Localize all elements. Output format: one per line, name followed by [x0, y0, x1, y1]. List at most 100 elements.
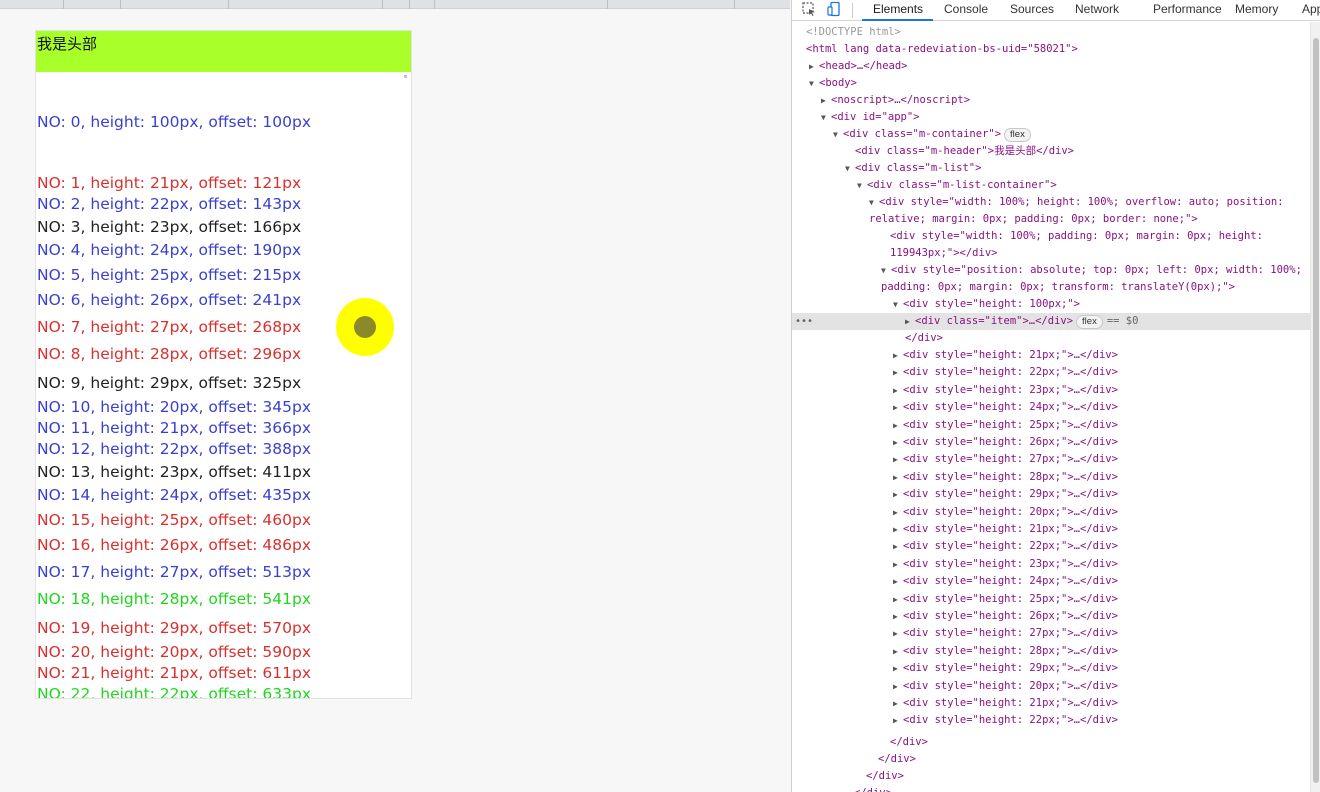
collapse-arrow-icon[interactable]: ▼ — [881, 262, 891, 279]
tab-elements[interactable]: Elements — [873, 2, 923, 17]
list-item: NO: 18, height: 28px, offset: 541px — [37, 590, 311, 608]
dom-node-item-row[interactable]: ▶ <div style="height: 25px;">…</div> — [792, 417, 1310, 434]
dom-node-body[interactable]: ▼ <body> — [792, 75, 1310, 92]
dom-node-phantom-div[interactable]: <div style="width: 100%; padding: 0px; m… — [792, 228, 1308, 262]
dom-node-scroll-div[interactable]: ▼ <div style="width: 100%; height: 100%; … — [792, 194, 1304, 228]
dom-node-item-row[interactable]: ▶ <div style="height: 23px;">…</div> — [792, 556, 1310, 573]
collapse-arrow-icon[interactable]: ▼ — [845, 160, 855, 177]
dom-node-item-row[interactable]: ▶ <div style="height: 21px;">…</div> — [792, 695, 1310, 712]
expand-arrow-icon[interactable]: ▶ — [905, 313, 915, 330]
expand-arrow-icon[interactable]: ▶ — [893, 382, 903, 399]
expand-arrow-icon[interactable]: ▶ — [893, 591, 903, 608]
dom-node-item-row[interactable]: ▶ <div style="height: 27px;">…</div> — [792, 451, 1310, 468]
dom-node-item-row[interactable]: ▶ <div style="height: 26px;">…</div> — [792, 434, 1310, 451]
list-scrollbar[interactable] — [404, 75, 407, 78]
dom-node-item-row[interactable]: ▶ <div style="height: 21px;">…</div> — [792, 347, 1310, 364]
dom-node-close[interactable]: </div> — [792, 734, 1310, 751]
dom-node-app[interactable]: ▼ <div id="app"> — [792, 109, 1310, 126]
expand-arrow-icon[interactable]: ▶ — [893, 417, 903, 434]
dom-node-m-list[interactable]: ▼ <div class="m-list"> — [792, 160, 1310, 177]
dom-node-item-row[interactable]: ▶ <div style="height: 20px;">…</div> — [792, 678, 1310, 695]
expand-arrow-icon[interactable]: ▶ — [893, 695, 903, 712]
dom-node-noscript[interactable]: ▶ <noscript>…</noscript> — [792, 92, 1310, 109]
dom-node-item-row[interactable]: ▶ <div style="height: 21px;">…</div> — [792, 521, 1310, 538]
expand-arrow-icon[interactable]: ▶ — [893, 573, 903, 590]
dom-node-item-row[interactable]: ▶ <div style="height: 27px;">…</div> — [792, 625, 1310, 642]
scrollbar-thumb[interactable] — [1313, 38, 1319, 783]
flex-badge[interactable]: flex — [1076, 315, 1103, 329]
dom-node-item-row[interactable]: ▶ <div style="height: 28px;">…</div> — [792, 469, 1310, 486]
expand-arrow-icon[interactable]: ▶ — [893, 434, 903, 451]
dom-node-doctype[interactable]: <!DOCTYPE html> — [792, 24, 1310, 41]
dom-node-item-row[interactable]: ▶ <div style="height: 22px;">…</div> — [792, 712, 1310, 729]
collapse-arrow-icon[interactable]: ▼ — [833, 126, 843, 143]
expand-arrow-icon[interactable]: ▶ — [893, 608, 903, 625]
dom-text: <noscript>…</noscript> — [831, 94, 971, 106]
expand-arrow-icon[interactable]: ▶ — [893, 364, 903, 381]
dom-node-item-row[interactable]: ▶ <div style="height: 26px;">…</div> — [792, 608, 1310, 625]
dom-text: <div style="height: 20px;">…</div> — [903, 505, 1118, 518]
flex-badge[interactable]: flex — [1004, 128, 1031, 142]
dom-node-item-row[interactable]: ▶ <div style="height: 28px;">…</div> — [792, 643, 1310, 660]
devtools-panel: Elements Console Sources Network Perform… — [791, 0, 1320, 792]
device-toolbar-icon[interactable] — [826, 1, 844, 19]
dom-node-html[interactable]: <html lang data-redeviation-bs-uid="5802… — [792, 41, 1310, 58]
collapse-arrow-icon[interactable]: ▼ — [857, 177, 867, 194]
dom-text: <div style="height: 27px;">…</div> — [903, 453, 1118, 466]
expand-arrow-icon[interactable]: ▶ — [893, 504, 903, 521]
expand-arrow-icon[interactable]: ▶ — [893, 678, 903, 695]
dom-node-translate-div[interactable]: ▼ <div style="position: absolute; top: 0p… — [792, 262, 1302, 296]
dom-node-item-row[interactable]: ▶ <div style="height: 29px;">…</div> — [792, 486, 1310, 503]
tab-application[interactable]: App — [1302, 2, 1320, 17]
more-options-icon[interactable]: ••• — [795, 313, 813, 330]
dom-text: </div> — [854, 787, 892, 792]
dom-node-m-list-container[interactable]: ▼ <div class="m-list-container"> — [792, 177, 1310, 194]
dom-node-close[interactable]: </div> — [792, 768, 1310, 785]
dom-node-item-row[interactable]: ▶ <div style="height: 23px;">…</div> — [792, 382, 1310, 399]
dom-node-selected-item[interactable]: ••• ▶ <div class="item">…</div> flex == $0 — [792, 313, 1310, 330]
expand-arrow-icon[interactable]: ▶ — [893, 625, 903, 642]
expand-arrow-icon[interactable]: ▶ — [893, 643, 903, 660]
expand-arrow-icon[interactable]: ▶ — [821, 92, 831, 109]
dom-node-item-row[interactable]: ▶ <div style="height: 22px;">…</div> — [792, 538, 1310, 555]
expand-arrow-icon[interactable]: ▶ — [893, 469, 903, 486]
expand-arrow-icon[interactable]: ▶ — [893, 521, 903, 538]
collapse-arrow-icon[interactable]: ▼ — [869, 194, 879, 211]
dom-node-item-row[interactable]: ▶ <div style="height: 22px;">…</div> — [792, 364, 1310, 381]
collapse-arrow-icon[interactable]: ▼ — [821, 109, 831, 126]
expand-arrow-icon[interactable]: ▶ — [809, 58, 819, 75]
expand-arrow-icon[interactable]: ▶ — [893, 712, 903, 729]
dom-node-head[interactable]: ▶ <head>…</head> — [792, 58, 1310, 75]
dom-node-item-row[interactable]: ▶ <div style="height: 25px;">…</div> — [792, 591, 1310, 608]
dom-node-m-container[interactable]: ▼ <div class="m-container"> flex — [792, 126, 1310, 143]
tab-network[interactable]: Network — [1075, 2, 1119, 17]
dom-node-close[interactable]: </div> — [792, 330, 1310, 347]
expand-arrow-icon[interactable]: ▶ — [893, 399, 903, 416]
devtools-scrollbar[interactable] — [1310, 22, 1320, 792]
expand-arrow-icon[interactable]: ▶ — [893, 538, 903, 555]
expand-arrow-icon[interactable]: ▶ — [893, 347, 903, 364]
dom-node-close[interactable]: </div> — [792, 751, 1310, 768]
dom-node-item-row[interactable]: ▶ <div style="height: 24px;">…</div> — [792, 573, 1310, 590]
dom-node-first-item[interactable]: ▼ <div style="height: 100px;"> — [792, 296, 1310, 313]
inspect-element-icon[interactable] — [800, 1, 818, 19]
tab-memory[interactable]: Memory — [1235, 2, 1278, 17]
list-item: NO: 2, height: 22px, offset: 143px — [37, 195, 302, 213]
virtual-list[interactable]: NO: 0, height: 100px, offset: 100px NO: 1… — [36, 72, 411, 698]
dom-node-m-header[interactable]: <div class="m-header">我是头部</div> — [792, 143, 1310, 160]
devtools-tab-bar: Elements Console Sources Network Perform… — [792, 0, 1320, 21]
dom-node-item-row[interactable]: ▶ <div style="height: 24px;">…</div> — [792, 399, 1310, 416]
tab-performance[interactable]: Performance — [1153, 2, 1222, 17]
list-item: NO: 12, height: 22px, offset: 388px — [37, 440, 311, 458]
expand-arrow-icon[interactable]: ▶ — [893, 660, 903, 677]
collapse-arrow-icon[interactable]: ▼ — [893, 296, 903, 313]
tab-sources[interactable]: Sources — [1010, 2, 1054, 17]
dom-node-item-row[interactable]: ▶ <div style="height: 20px;">…</div> — [792, 504, 1310, 521]
dom-node-item-row[interactable]: ▶ <div style="height: 29px;">…</div> — [792, 660, 1310, 677]
dom-node-close[interactable]: </div> — [792, 785, 1310, 792]
expand-arrow-icon[interactable]: ▶ — [893, 486, 903, 503]
collapse-arrow-icon[interactable]: ▼ — [809, 75, 819, 92]
expand-arrow-icon[interactable]: ▶ — [893, 451, 903, 468]
expand-arrow-icon[interactable]: ▶ — [893, 556, 903, 573]
tab-console[interactable]: Console — [944, 2, 988, 17]
